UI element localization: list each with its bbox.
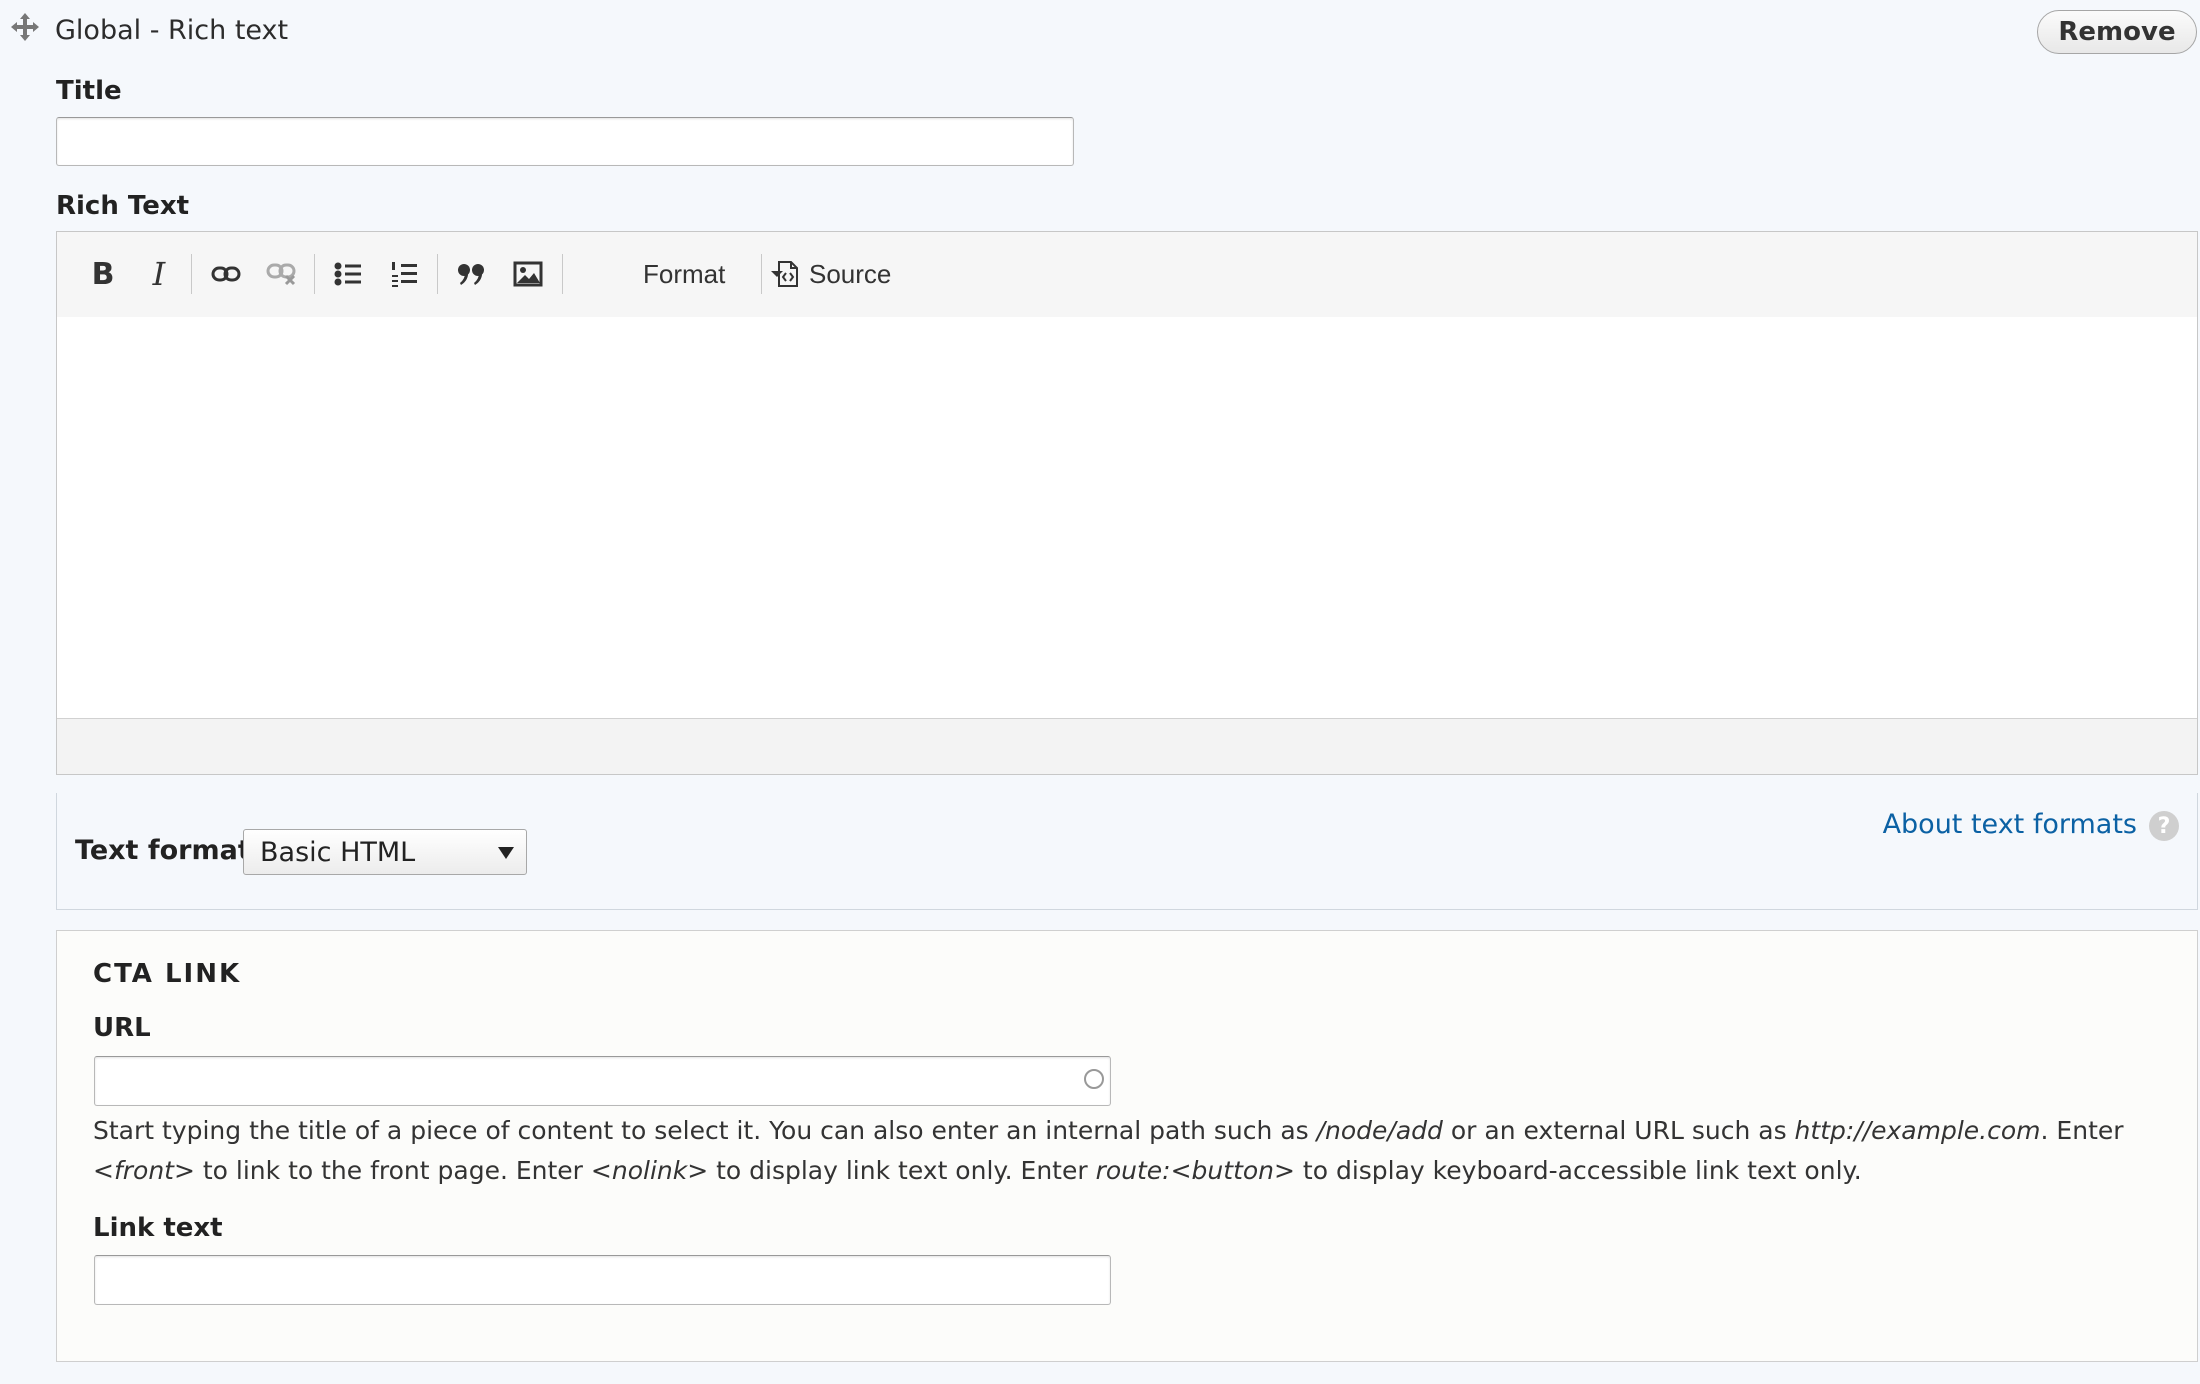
url-description-text: Start typing the title of a piece of con… <box>93 1116 1317 1145</box>
link-text-input[interactable] <box>94 1255 1111 1305</box>
numbered-list-icon[interactable] <box>379 252 429 296</box>
italic-button[interactable]: I <box>137 252 181 296</box>
rich-text-editor: B I Format Source <box>56 231 2198 775</box>
text-format-select[interactable]: Basic HTML <box>243 829 527 875</box>
paragraph-item: Global - Rich text Remove Title Rich Tex… <box>0 0 2200 1384</box>
toolbar-separator <box>562 254 563 294</box>
editor-content-area[interactable] <box>57 317 2197 719</box>
url-description-text: . Enter <box>2040 1116 2124 1145</box>
remove-button[interactable]: Remove <box>2037 10 2197 54</box>
url-description-example: http://example.com <box>1794 1116 2041 1145</box>
url-description-example: /node/add <box>1316 1116 1443 1145</box>
text-format-label: Text format <box>75 835 251 866</box>
link-icon[interactable] <box>201 252 251 296</box>
format-dropdown[interactable]: Format <box>585 252 801 296</box>
url-description-example: route:<button> <box>1095 1156 1295 1185</box>
title-input[interactable] <box>56 117 1074 166</box>
url-description-example: <front> <box>93 1156 195 1185</box>
cta-link-legend: CTA LINK <box>93 959 242 989</box>
about-text-formats-link[interactable]: About text formats <box>1883 807 2137 843</box>
blockquote-icon[interactable] <box>447 252 497 296</box>
toolbar-separator <box>761 254 762 294</box>
source-button-label: Source <box>809 258 892 289</box>
source-button[interactable]: Source <box>777 252 891 296</box>
url-description-text: to display link text only. Enter <box>708 1156 1096 1185</box>
paragraph-type-title: Global - Rich text <box>55 15 289 46</box>
dropdown-arrow-icon <box>498 847 514 859</box>
url-description-text: to link to the front page. Enter <box>194 1156 591 1185</box>
rich-text-label: Rich Text <box>56 191 190 221</box>
url-description-text: or an external URL such as <box>1442 1116 1795 1145</box>
url-description: Start typing the title of a piece of con… <box>93 1111 2153 1191</box>
bold-button[interactable]: B <box>81 252 125 296</box>
text-format-wrapper: Text format Basic HTML About text format… <box>56 793 2198 910</box>
cta-link-fieldset: CTA LINK URL Start typing the title of a… <box>56 930 2198 1362</box>
url-description-text: to display keyboard-accessible link text… <box>1294 1156 1862 1185</box>
toolbar-separator <box>314 254 315 294</box>
format-dropdown-label: Format <box>643 258 726 289</box>
url-input[interactable] <box>94 1056 1111 1106</box>
link-text-label: Link text <box>93 1213 223 1243</box>
autocomplete-icon <box>1084 1069 1104 1089</box>
editor-status-bar <box>57 718 2197 774</box>
help-icon[interactable]: ? <box>2149 811 2179 841</box>
toolbar-separator <box>437 254 438 294</box>
drag-handle-icon[interactable] <box>10 12 40 42</box>
title-label: Title <box>56 76 122 106</box>
url-label: URL <box>93 1013 151 1043</box>
source-icon <box>778 261 798 287</box>
toolbar-separator <box>191 254 192 294</box>
text-format-selected: Basic HTML <box>260 836 416 868</box>
url-description-example: <nolink> <box>590 1156 709 1185</box>
unlink-icon[interactable] <box>257 252 307 296</box>
bulleted-list-icon[interactable] <box>323 252 373 296</box>
editor-toolbar: B I Format Source <box>57 232 2197 318</box>
image-icon[interactable] <box>503 252 553 296</box>
